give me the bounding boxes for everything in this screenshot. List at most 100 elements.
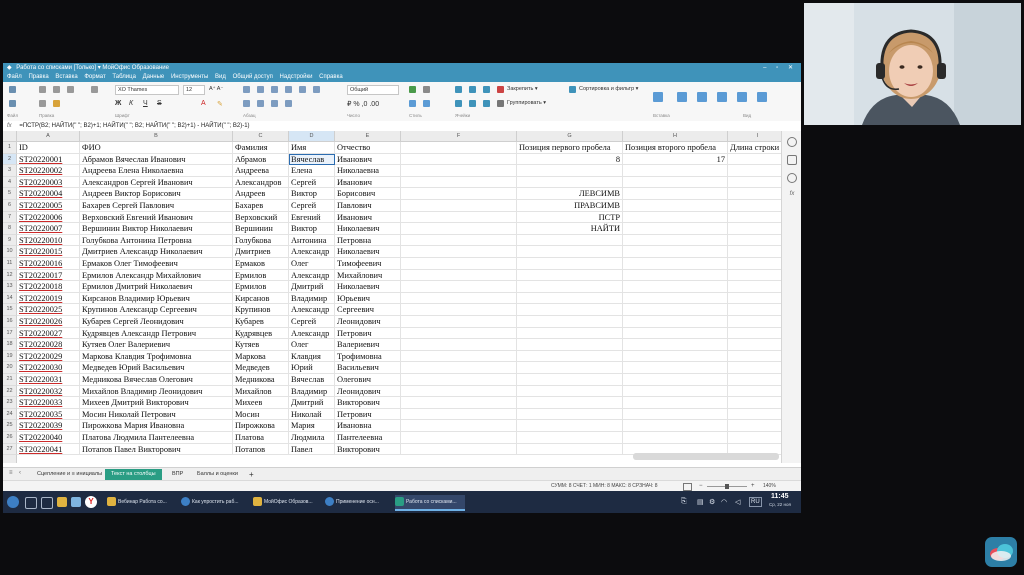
cell-length[interactable] [728, 223, 781, 235]
cell-fio[interactable]: Ермаков Олег Тимофеевич [80, 258, 233, 270]
cell-name[interactable]: Сергей [289, 200, 335, 212]
cell-name[interactable]: Павел [289, 443, 335, 456]
cell-first-space[interactable]: ПРАВСИМВ [517, 200, 623, 212]
wifi-icon[interactable]: ◠ [721, 498, 727, 506]
cell-surname[interactable]: Андреев [233, 188, 289, 200]
cell-second-space[interactable] [623, 258, 728, 270]
cell-second-space[interactable] [623, 223, 728, 235]
cell-surname[interactable]: Платова [233, 432, 289, 444]
cell-fio[interactable]: Верховский Евгений Иванович [80, 211, 233, 224]
cell-f[interactable] [401, 327, 517, 340]
cell-first-space[interactable] [517, 374, 623, 386]
cell-id[interactable]: ST20220040 [17, 432, 80, 444]
cell-id[interactable]: ST20220035 [17, 408, 80, 421]
cell-patronymic[interactable]: Борисович [335, 188, 401, 200]
cell-surname[interactable]: Михеев [233, 397, 289, 409]
cell-fio[interactable]: Кирсанов Владимир Юрьевич [80, 292, 233, 305]
cell-patronymic[interactable]: Викторович [335, 397, 401, 409]
cell-fio[interactable]: Дмитриев Александр Николаевич [80, 246, 233, 258]
row-header[interactable]: 15 [3, 304, 17, 316]
cell-f[interactable] [401, 211, 517, 224]
cell-f[interactable] [401, 316, 517, 328]
sheet-tab-scores[interactable]: Баллы и оценки [191, 469, 244, 480]
cell-f[interactable] [401, 339, 517, 351]
sheet-tab-vlookup[interactable]: ВПР [166, 469, 189, 480]
menu-item-data[interactable]: Данные [143, 74, 165, 80]
cell-f[interactable] [401, 397, 517, 409]
menu-item-help[interactable]: Справка [319, 74, 343, 80]
cell-style-icon[interactable] [423, 100, 430, 107]
indent-icon[interactable] [271, 100, 278, 107]
cell-first-space[interactable] [517, 316, 623, 328]
cell-length[interactable] [728, 270, 781, 282]
cell-id[interactable]: ST20220006 [17, 211, 80, 224]
header-cell-first-space[interactable]: Позиция первого пробела [517, 142, 623, 154]
cell-name[interactable]: Виктор [289, 223, 335, 235]
cell-f[interactable] [401, 292, 517, 305]
cell-patronymic[interactable]: Михайлович [335, 269, 401, 282]
cell-fio[interactable]: Кудрявцев Александр Петрович [80, 327, 233, 340]
cell-id[interactable]: ST20220031 [17, 374, 80, 386]
cell-surname[interactable]: Ермилов [233, 269, 289, 282]
menu-item-view[interactable]: Вид [215, 74, 226, 80]
borders-icon[interactable] [423, 86, 430, 93]
cell-fio[interactable]: Бахарев Сергей Павлович [80, 200, 233, 212]
clipboard-icon[interactable]: ▤ [697, 498, 704, 506]
cell-patronymic[interactable]: Николаевич [335, 281, 401, 293]
row-header[interactable]: 27 [3, 443, 17, 456]
cell-patronymic[interactable]: Иванович [335, 211, 401, 224]
column-header-f[interactable]: F [401, 131, 517, 142]
cell-first-space[interactable] [517, 420, 623, 432]
sort-filter-button[interactable]: Сортировка и фильтр ▾ [579, 86, 638, 92]
row-header[interactable]: 23 [3, 397, 17, 409]
header-cell-second-space[interactable]: Позиция второго пробела [623, 142, 728, 154]
cell-second-space[interactable] [623, 234, 728, 247]
cell-id[interactable]: ST20220007 [17, 223, 80, 235]
cell-name[interactable]: Дмитрий [289, 397, 335, 409]
row-header[interactable]: 7 [3, 211, 17, 224]
row-header[interactable]: 9 [3, 234, 17, 247]
cell-id[interactable]: ST20220030 [17, 362, 80, 374]
cell-fio[interactable]: Ермилов Александр Михайлович [80, 269, 233, 282]
cell-name[interactable]: Сергей [289, 176, 335, 189]
cell-name[interactable]: Мария [289, 420, 335, 432]
column-header-a[interactable]: A [17, 131, 80, 142]
cell-length[interactable] [728, 397, 781, 409]
wrap-text-icon[interactable] [243, 100, 250, 107]
formula-input[interactable]: =ПСТР(B2; НАЙТИ(" "; B2)+1; НАЙТИ(" "; B… [19, 123, 249, 129]
taskbar-item-webinar[interactable]: Вебинар Работа со... [107, 495, 177, 509]
row-header[interactable]: 6 [3, 200, 17, 212]
menu-item-format[interactable]: Формат [84, 74, 105, 80]
cell-id[interactable]: ST20220019 [17, 292, 80, 305]
cell-length[interactable] [728, 328, 781, 340]
cell-name[interactable]: Александр [289, 246, 335, 258]
group-button[interactable]: Группировать ▾ [507, 100, 546, 106]
cell-first-space[interactable] [517, 176, 623, 189]
cell-id[interactable]: ST20220015 [17, 246, 80, 258]
header-cell-patronymic[interactable]: Отчество [335, 142, 401, 154]
row-header[interactable]: 25 [3, 420, 17, 432]
row-header[interactable]: 2 [3, 153, 17, 166]
cell-first-space[interactable] [517, 234, 623, 247]
insert-column-icon[interactable] [469, 86, 476, 93]
cell-second-space[interactable] [623, 304, 728, 316]
table-icon[interactable] [677, 92, 687, 102]
font-color-icon[interactable]: A [201, 100, 206, 107]
sort-filter-icon[interactable] [569, 86, 576, 93]
undo-icon[interactable] [39, 86, 46, 93]
highlight-icon[interactable]: ✎ [217, 100, 223, 108]
cell-id[interactable]: ST20220041 [17, 443, 80, 456]
cell-fio[interactable]: Мосин Николай Петрович [80, 408, 233, 421]
column-header-g[interactable]: G [517, 131, 623, 142]
cell-patronymic[interactable]: Ивановна [335, 420, 401, 432]
cell-fio[interactable]: Медведев Юрий Васильевич [80, 362, 233, 374]
cell-surname[interactable]: Ермаков [233, 258, 289, 270]
header-cell-f[interactable] [401, 142, 517, 154]
cell-surname[interactable]: Голубкова [233, 234, 289, 247]
cell-fio[interactable]: Потапов Павел Викторович [80, 443, 233, 456]
strikethrough-button[interactable]: S [157, 100, 162, 107]
cell-patronymic[interactable]: Николаевич [335, 223, 401, 235]
delete-row-icon[interactable] [483, 86, 490, 93]
cell-fio[interactable]: Вершинин Виктор Николаевич [80, 223, 233, 235]
cell-surname[interactable]: Медникова [233, 374, 289, 386]
